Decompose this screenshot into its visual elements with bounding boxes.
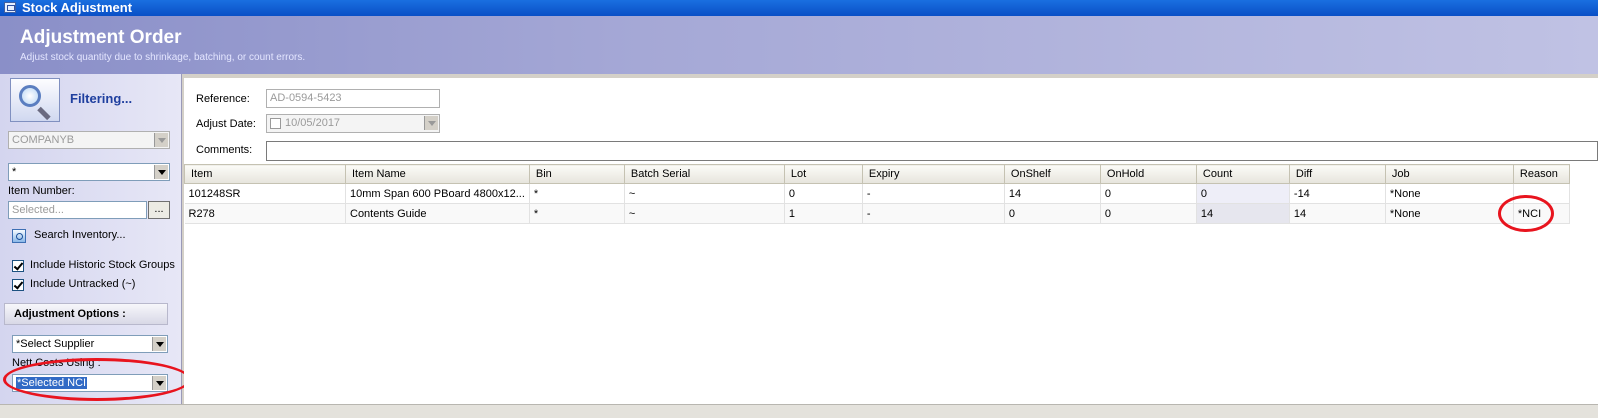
column-header-count[interactable]: Count: [1195, 164, 1290, 184]
cell-diff[interactable]: -14: [1289, 183, 1386, 204]
app-window-icon: [4, 2, 16, 13]
calendar-dropdown-icon[interactable]: [424, 116, 438, 130]
table-row[interactable]: R278 Contents Guide * ~1-0 0 14 14 *None *NCI: [184, 203, 1570, 224]
group-select-value: *: [12, 166, 17, 178]
cell-onhold[interactable]: 0: [1100, 183, 1197, 204]
company-select-value: COMPANYB: [12, 134, 75, 146]
column-header-onshelf[interactable]: OnShelf: [1003, 164, 1101, 184]
grid-header-row: Item Item Name Bin Batch Serial Lot Expiry OnS…: [184, 164, 1570, 184]
reference-label: Reference:: [196, 93, 250, 105]
column-header-batch-serial[interactable]: Batch Serial: [623, 164, 785, 184]
supplier-select-value: *Select Supplier: [16, 338, 95, 350]
chevron-down-icon[interactable]: [154, 133, 168, 147]
comments-input[interactable]: [266, 141, 1598, 161]
cell-bin[interactable]: *: [529, 203, 625, 224]
cell-expiry[interactable]: -: [862, 203, 1005, 224]
item-number-placeholder: Selected...: [12, 204, 64, 216]
cell-item-name[interactable]: Contents Guide: [345, 203, 530, 224]
cell-count[interactable]: 0: [1196, 183, 1290, 204]
column-header-reason[interactable]: Reason: [1512, 164, 1570, 184]
filter-sidebar: Filtering... COMPANYB * Item Number: Sel…: [0, 74, 182, 404]
page-subtitle: Adjust stock quantity due to shrinkage, …: [20, 52, 306, 63]
adjust-date-checkbox[interactable]: [270, 118, 281, 129]
cell-batch-serial[interactable]: ~: [624, 183, 785, 204]
adjust-date-picker[interactable]: 10/05/2017: [266, 114, 440, 133]
adjustment-options-label: Adjustment Options :: [14, 308, 126, 320]
adjustment-options-header: Adjustment Options :: [4, 303, 168, 325]
adjust-date-label: Adjust Date:: [196, 118, 256, 130]
supplier-select[interactable]: *Select Supplier: [12, 335, 168, 353]
adjustment-grid[interactable]: Item Item Name Bin Batch Serial Lot Expiry OnS…: [184, 164, 1598, 404]
column-header-expiry[interactable]: Expiry: [861, 164, 1005, 184]
page-title: Adjustment Order: [20, 27, 182, 48]
reference-value: AD-0594-5423: [270, 92, 342, 104]
main-panel: Reference: AD-0594-5423 Adjust Date: 10/…: [184, 78, 1598, 404]
grid-body: 101248SR 10mm Span 600 PBoard 4800x12... *…: [184, 183, 1570, 224]
adjust-date-value: 10/05/2017: [285, 117, 341, 129]
magnifier-icon[interactable]: [10, 78, 60, 122]
browse-item-button[interactable]: ...: [148, 201, 170, 219]
cell-item[interactable]: 101248SR: [184, 183, 346, 204]
include-untracked-label: Include Untracked (~): [30, 278, 136, 290]
cell-onshelf[interactable]: 0: [1004, 203, 1101, 224]
cell-onhold[interactable]: 0: [1100, 203, 1197, 224]
adjustment-table[interactable]: Item Item Name Bin Batch Serial Lot Expiry OnS…: [184, 164, 1570, 224]
status-bar: [0, 404, 1598, 418]
item-number-input[interactable]: Selected...: [8, 201, 147, 219]
annotation-circle-reason: [1498, 195, 1554, 232]
include-historic-checkbox[interactable]: [12, 260, 24, 272]
column-header-lot[interactable]: Lot: [783, 164, 863, 184]
cell-item-name[interactable]: 10mm Span 600 PBoard 4800x12...: [345, 183, 530, 204]
include-untracked-checkbox[interactable]: [12, 279, 24, 291]
cell-lot[interactable]: 0: [784, 183, 863, 204]
include-historic-label: Include Historic Stock Groups: [30, 259, 175, 271]
company-select[interactable]: COMPANYB: [8, 131, 170, 149]
annotation-circle-nett-costs: [3, 358, 191, 401]
comments-label: Comments:: [196, 144, 253, 156]
filtering-label[interactable]: Filtering...: [70, 91, 132, 106]
cell-count[interactable]: 14: [1196, 203, 1290, 224]
cell-lot[interactable]: 1: [784, 203, 863, 224]
cell-diff[interactable]: 14: [1289, 203, 1386, 224]
search-inventory-link[interactable]: Search Inventory...: [34, 229, 126, 241]
cell-job[interactable]: *None: [1385, 183, 1514, 204]
cell-expiry[interactable]: -: [862, 183, 1005, 204]
search-inventory-icon[interactable]: [12, 229, 26, 243]
chevron-down-icon[interactable]: [154, 165, 168, 179]
item-number-label: Item Number:: [8, 185, 75, 197]
table-row[interactable]: 101248SR 10mm Span 600 PBoard 4800x12... *…: [184, 183, 1570, 204]
cell-batch-serial[interactable]: ~: [624, 203, 785, 224]
group-select[interactable]: *: [8, 163, 170, 181]
column-header-job[interactable]: Job: [1384, 164, 1514, 184]
column-header-item[interactable]: Item: [184, 164, 346, 184]
column-header-bin[interactable]: Bin: [528, 164, 625, 184]
column-header-onhold[interactable]: OnHold: [1099, 164, 1197, 184]
cell-item[interactable]: R278: [184, 203, 346, 224]
reference-input[interactable]: AD-0594-5423: [266, 89, 440, 108]
page-header: Adjustment Order Adjust stock quantity d…: [0, 16, 1598, 74]
window-title: Stock Adjustment: [22, 0, 133, 15]
cell-job[interactable]: *None: [1385, 203, 1514, 224]
chevron-down-icon[interactable]: [152, 337, 166, 351]
cell-onshelf[interactable]: 14: [1004, 183, 1101, 204]
column-header-item-name[interactable]: Item Name: [345, 164, 530, 184]
window-titlebar[interactable]: Stock Adjustment: [0, 0, 1598, 16]
cell-bin[interactable]: *: [529, 183, 625, 204]
column-header-diff[interactable]: Diff: [1288, 164, 1386, 184]
